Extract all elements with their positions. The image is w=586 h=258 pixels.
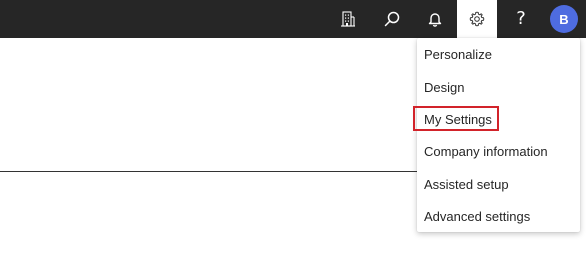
content-divider	[0, 171, 420, 172]
menu-item-label: Company information	[424, 143, 548, 159]
menu-item-personalize[interactable]: Personalize	[417, 38, 580, 70]
page: ? B Personalize Design My Settings Compa…	[0, 0, 586, 258]
menu-item-assisted-setup[interactable]: Assisted setup	[417, 168, 580, 200]
company-button[interactable]	[328, 0, 368, 38]
settings-dropdown-menu: Personalize Design My Settings Company i…	[417, 38, 580, 232]
settings-button[interactable]	[457, 0, 497, 38]
bell-icon	[428, 12, 442, 27]
menu-item-label: Advanced settings	[424, 208, 531, 224]
menu-item-my-settings[interactable]: My Settings	[417, 103, 580, 135]
notifications-button[interactable]	[415, 0, 455, 38]
help-button[interactable]: ?	[501, 0, 541, 38]
menu-item-label: Design	[424, 79, 465, 95]
help-icon: ?	[516, 8, 526, 29]
menu-item-advanced-settings[interactable]: Advanced settings	[417, 200, 580, 232]
avatar-initial: B	[559, 11, 569, 27]
search-icon	[384, 11, 400, 27]
menu-item-design[interactable]: Design	[417, 71, 580, 103]
menu-item-label: Personalize	[424, 46, 492, 62]
top-navigation-bar: ? B	[0, 0, 586, 38]
menu-item-label: My Settings	[424, 111, 492, 127]
user-avatar[interactable]: B	[550, 5, 578, 33]
search-button[interactable]	[372, 0, 412, 38]
gear-icon	[469, 11, 485, 27]
menu-item-company-information[interactable]: Company information	[417, 135, 580, 167]
menu-item-label: Assisted setup	[424, 176, 509, 192]
company-icon	[341, 11, 355, 27]
